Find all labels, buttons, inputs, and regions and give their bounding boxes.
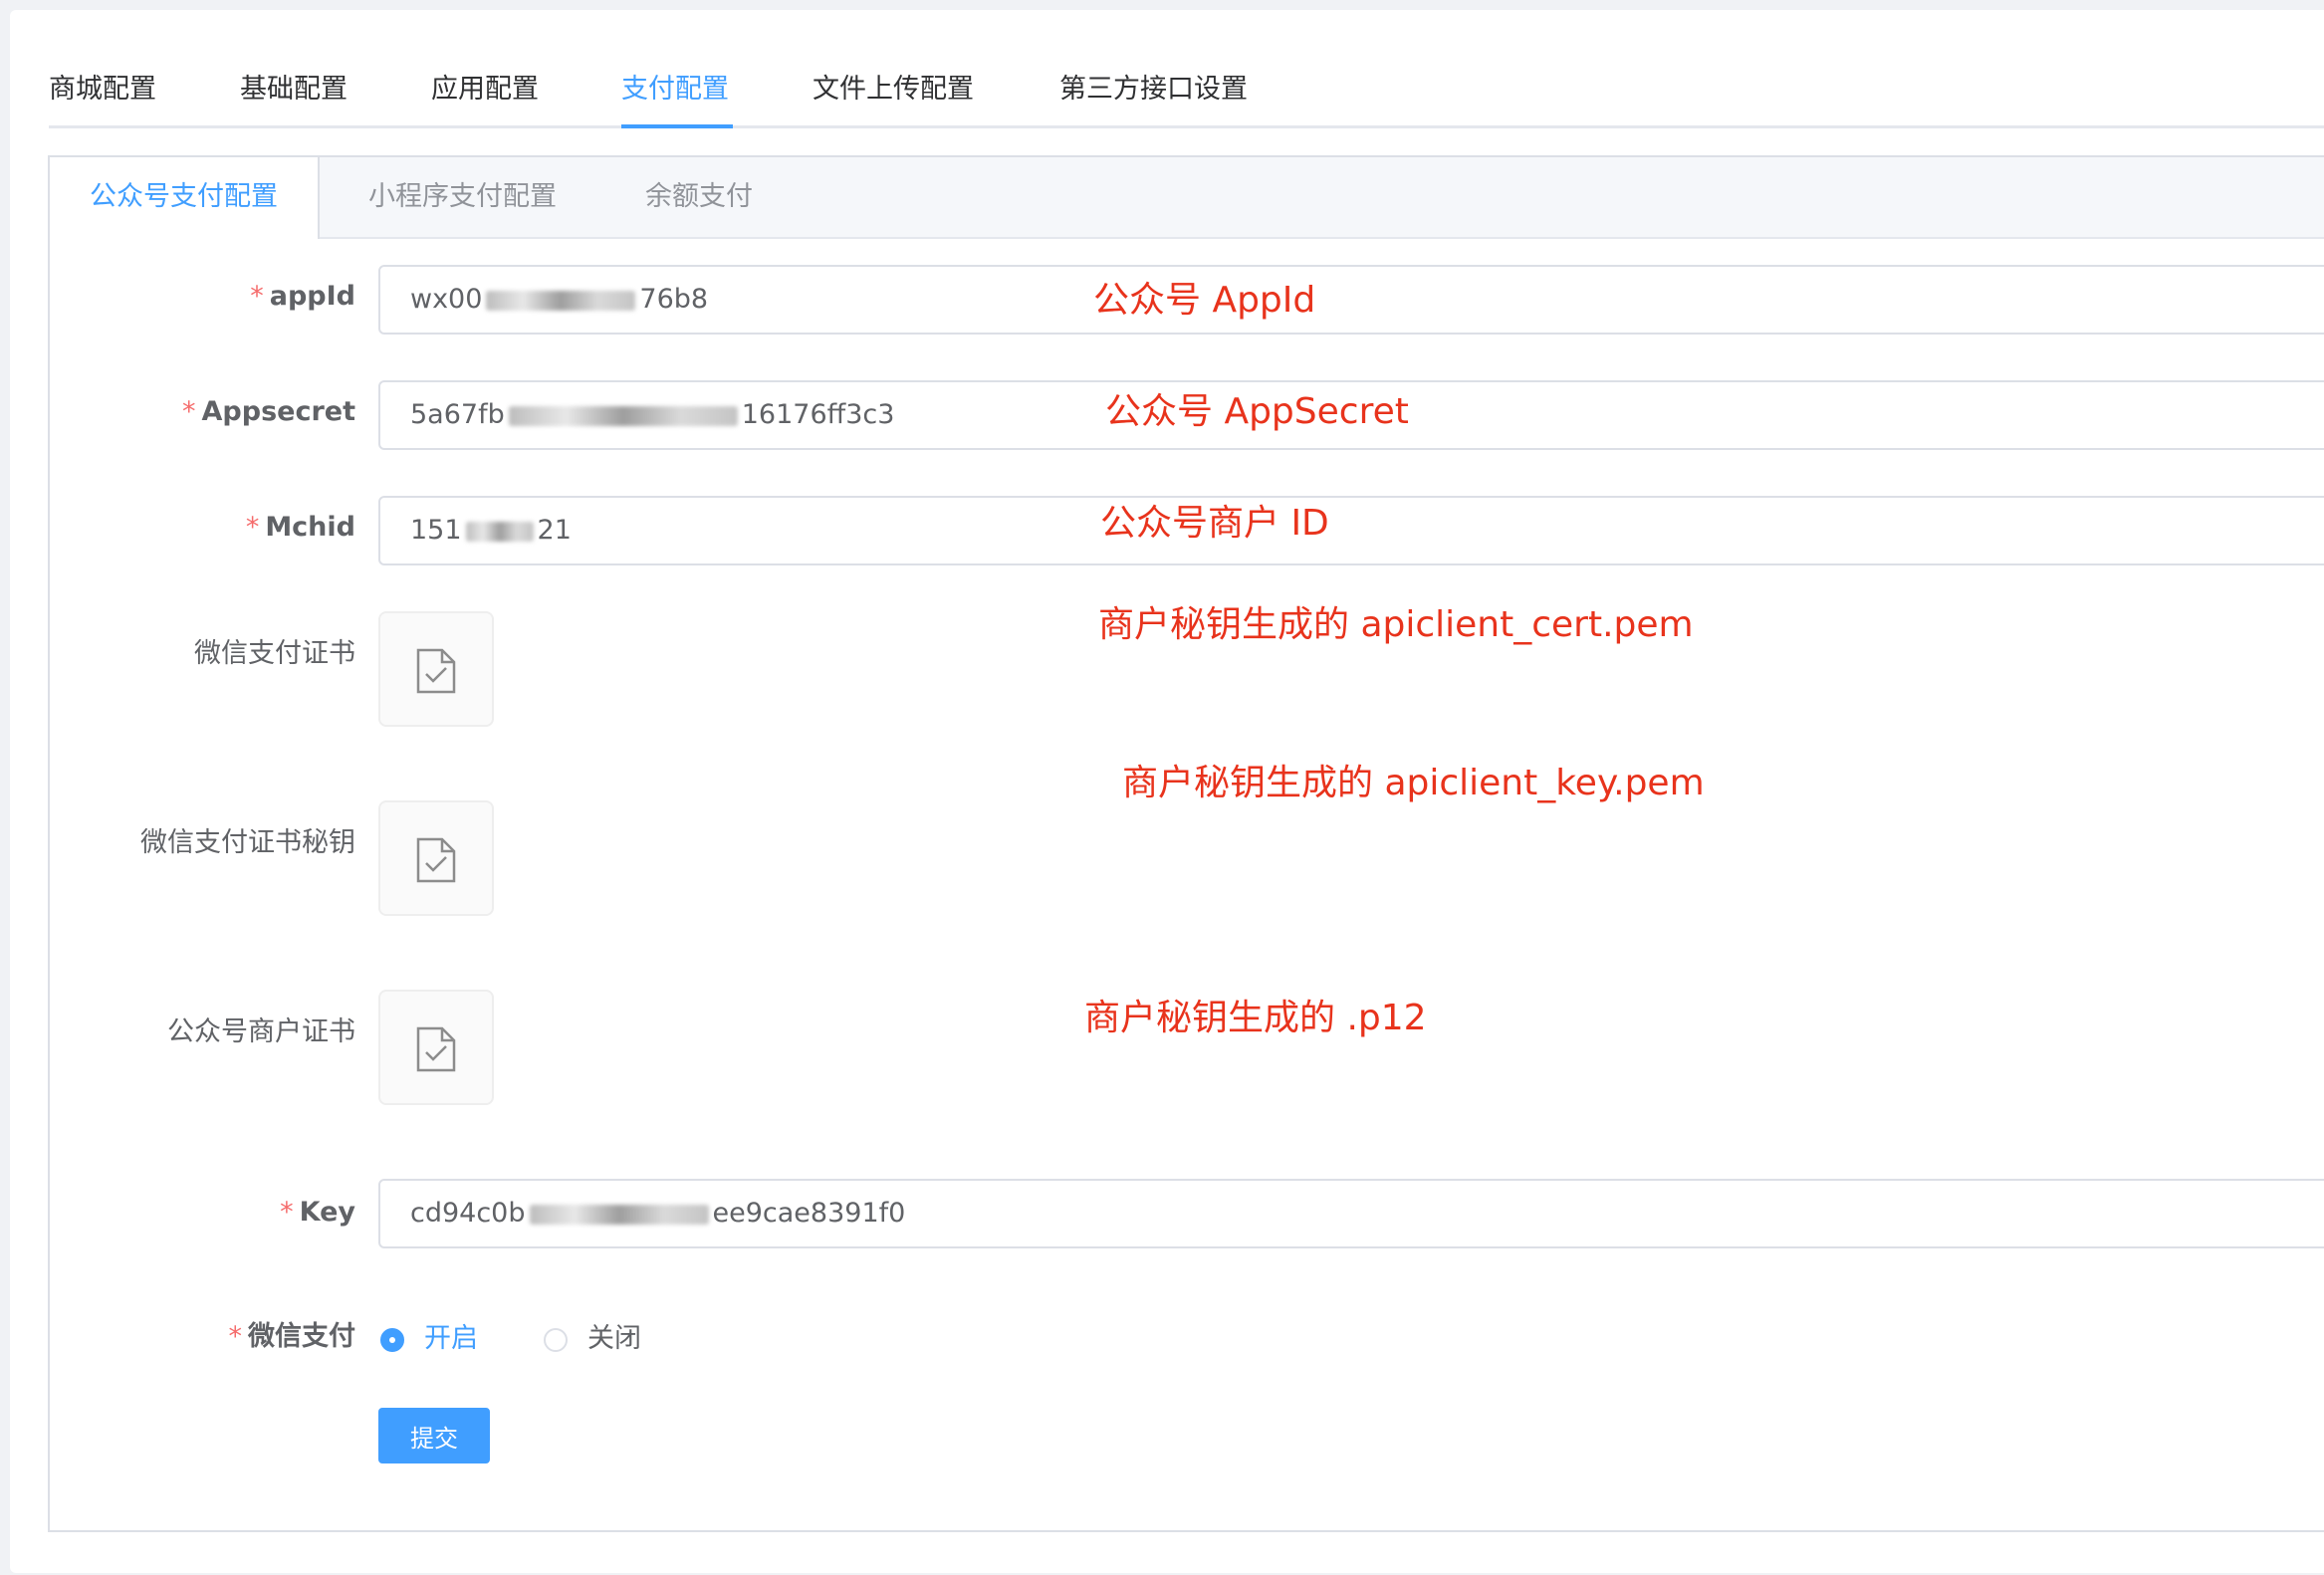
redacted-blur (529, 1204, 709, 1225)
wechat-pay-off-radio[interactable]: 关闭 (544, 1316, 641, 1355)
file-check-icon (416, 1026, 456, 1072)
subtab-official-account-pay[interactable]: 公众号支付配置 (50, 157, 320, 239)
tab-upload-config[interactable]: 文件上传配置 (813, 68, 974, 112)
cert-key-label: 微信支付证书秘钥 (140, 827, 355, 858)
required-mark: * (245, 512, 260, 543)
mchid-label: * Mchid (245, 512, 355, 543)
wechat-pay-on-radio[interactable]: 开启 (380, 1316, 478, 1355)
required-mark: * (280, 1197, 294, 1228)
file-check-icon (416, 648, 456, 694)
annotation-appsecret: 公众号 AppSecret (1105, 391, 1409, 432)
appsecret-label: * Appsecret (182, 396, 355, 427)
tab-payment-config[interactable]: 支付配置 (621, 68, 729, 112)
active-tab-indicator (621, 124, 733, 128)
tab-shop-config[interactable]: 商城配置 (49, 68, 156, 112)
sub-tab-bar: 公众号支付配置 小程序支付配置 余额支付 (50, 157, 2324, 239)
tab-app-config[interactable]: 应用配置 (431, 68, 539, 112)
annotation-appid: 公众号 AppId (1093, 280, 1316, 321)
file-check-icon (416, 837, 456, 883)
cert-label: 微信支付证书 (194, 638, 355, 669)
redacted-blur (508, 405, 738, 426)
required-mark: * (228, 1321, 243, 1352)
annotation-key-pem: 商户秘钥生成的 apiclient_key.pem (1122, 763, 1705, 803)
redacted-blur (486, 290, 636, 311)
tab-basic-config[interactable]: 基础配置 (240, 68, 348, 112)
radio-dot (544, 1327, 568, 1352)
mchid-input[interactable]: 151 21 (378, 496, 2324, 565)
tab-third-party-config[interactable]: 第三方接口设置 (1059, 68, 1248, 112)
appid-label: * appId (250, 281, 355, 312)
radio-dot (380, 1327, 404, 1352)
top-tab-bar: 商城配置 基础配置 应用配置 支付配置 文件上传配置 第三方接口设置 (49, 60, 2324, 128)
redacted-blur (465, 521, 534, 542)
merchant-cert-label: 公众号商户证书 (167, 1016, 355, 1047)
key-label: * Key (280, 1197, 355, 1228)
required-mark: * (250, 281, 264, 312)
annotation-mchid: 公众号商户 ID (1100, 503, 1329, 544)
key-input[interactable]: cd94c0b ee9cae8391f0 (378, 1179, 2324, 1248)
subtab-balance-pay[interactable]: 余额支付 (645, 157, 753, 237)
cert-key-upload[interactable] (378, 800, 494, 916)
appid-input[interactable]: wx00 76b8 (378, 265, 2324, 335)
annotation-cert: 商户秘钥生成的 apiclient_cert.pem (1098, 604, 1694, 645)
subtab-mini-program-pay[interactable]: 小程序支付配置 (368, 157, 557, 237)
merchant-cert-upload[interactable] (378, 990, 494, 1105)
submit-button[interactable]: 提交 (378, 1408, 490, 1463)
annotation-p12: 商户秘钥生成的 .p12 (1084, 998, 1427, 1038)
wechat-pay-label: * 微信支付 (228, 1321, 356, 1352)
required-mark: * (182, 396, 196, 427)
cert-upload[interactable] (378, 611, 494, 727)
